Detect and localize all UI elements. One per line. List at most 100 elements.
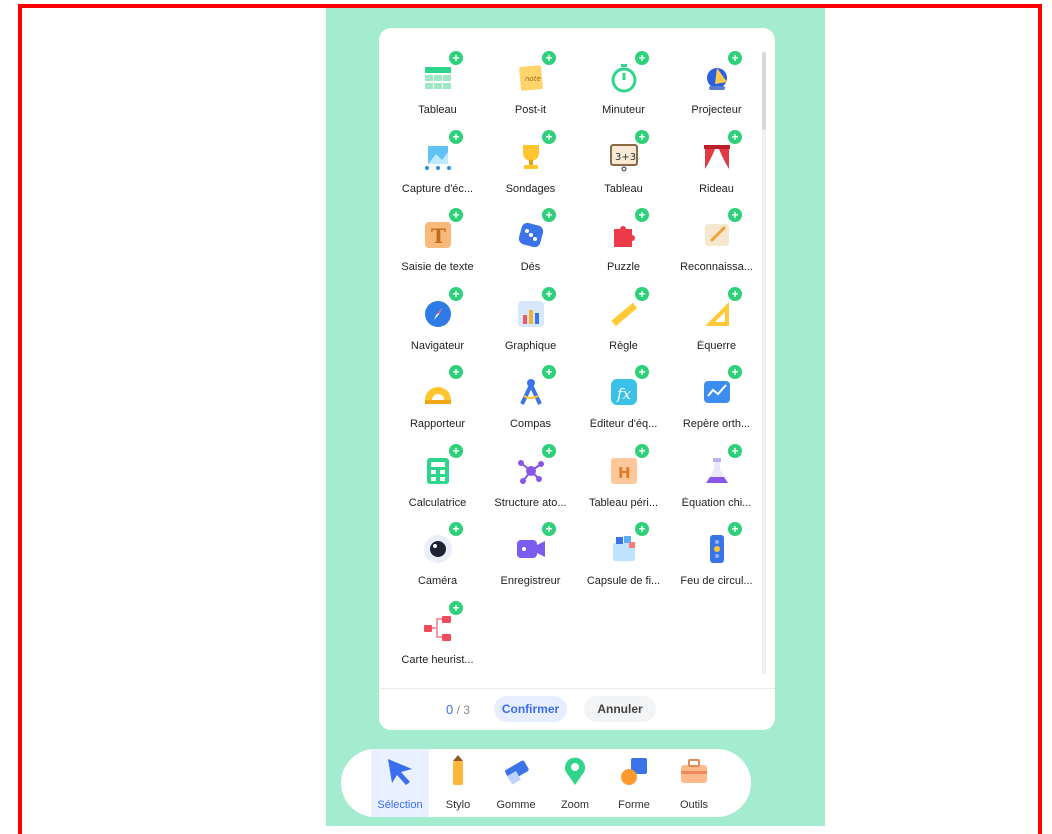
tool-label: Tableau péri... [588,496,659,509]
tool-label: Équerre [696,339,737,352]
add-icon[interactable]: + [728,286,742,301]
tool-tile[interactable]: + Capsule de fi... [577,515,670,593]
curtain-icon [701,141,733,173]
tool-tile[interactable]: + Dés [484,201,577,279]
add-icon[interactable]: + [728,443,742,458]
tool-label: Post-it [514,104,547,116]
formula-icon: fx [608,376,640,408]
sticky-note-icon: note [515,62,547,94]
add-icon[interactable]: + [635,286,649,301]
selection-count: 0 [446,702,454,717]
tool-tile[interactable]: + Capture d'éc... [391,123,484,201]
text-icon: T [422,219,454,251]
dock-item-shapes[interactable]: Forme [605,749,663,817]
scrollbar-thumb[interactable] [762,52,766,130]
tool-tile[interactable]: + Navigateur [391,280,484,358]
tool-label: Dés [520,261,541,273]
tool-tile[interactable]: + Tableau [391,44,484,122]
add-icon[interactable]: + [542,443,556,458]
add-icon[interactable]: + [542,208,556,222]
add-icon[interactable]: + [635,208,649,222]
tool-label: Puzzle [606,261,641,273]
add-icon[interactable]: + [542,129,556,144]
tool-tile[interactable]: + Rapporteur [391,358,484,436]
tool-tile[interactable]: + Calculatrice [391,437,484,515]
add-icon[interactable]: + [728,208,742,222]
add-icon[interactable]: + [728,522,742,536]
recorder-icon [515,533,547,565]
tool-label: Tableau [418,104,457,116]
mind-map-icon [422,612,454,644]
add-icon[interactable]: + [449,208,463,222]
svg-text:fx: fx [616,385,632,403]
tool-label: Compas [510,418,551,430]
tool-tile[interactable]: H + Tableau péri... [577,437,670,515]
traffic-light-icon [701,533,733,565]
add-icon[interactable]: + [449,129,463,144]
add-icon[interactable]: + [635,365,649,379]
tool-label: Repère orth... [682,418,751,430]
tool-tile[interactable]: + Carte heurist... [391,594,484,672]
table-icon [422,62,454,94]
dock-item-eraser[interactable]: Gomme [487,749,545,817]
tool-tile[interactable]: + Sondages [484,123,577,201]
tool-tile[interactable]: + Graphique [484,280,577,358]
tool-tile[interactable]: note + Post-it [484,44,577,122]
tool-label: Éditeur d'éq... [589,418,658,430]
tool-tile[interactable]: + Rideau [670,123,763,201]
dock-item-toolbox[interactable]: Outils [665,749,723,817]
tool-tile[interactable]: + Caméra [391,515,484,593]
tool-label: Capsule de fi... [586,575,661,587]
tool-tile[interactable]: + Puzzle [577,201,670,279]
tool-tile[interactable]: + Structure ato... [484,437,577,515]
scrollbar[interactable] [762,52,766,674]
shapes-icon [618,755,650,787]
dock-item-zoom-pin[interactable]: Zoom [546,749,604,817]
dice-icon [515,219,547,251]
file-capsule-icon [608,533,640,565]
tool-label: Feu de circul... [680,575,753,587]
tool-label: Règle [609,339,638,352]
add-icon[interactable]: + [728,129,742,144]
add-icon[interactable]: + [542,365,556,379]
tool-tile[interactable]: fx + Éditeur d'éq... [577,358,670,436]
add-icon[interactable]: + [542,51,556,65]
tool-label: Enregistreur [500,575,561,587]
add-icon[interactable]: + [449,365,463,379]
confirm-button[interactable]: Confirmer [494,696,567,722]
tool-tile[interactable]: + Repère orth... [670,358,763,436]
add-icon[interactable]: + [728,51,742,65]
dock-label: Forme [618,799,650,811]
add-icon[interactable]: + [449,522,463,536]
tool-tile[interactable]: + Reconnaissa... [670,201,763,279]
selection-counter: 0 / 3 [446,702,470,717]
add-icon[interactable]: + [635,522,649,536]
tool-tile[interactable]: 3+3 + Tableau [577,123,670,201]
add-icon[interactable]: + [542,286,556,301]
add-icon[interactable]: + [635,51,649,65]
tool-tile[interactable]: + Minuteur [577,44,670,122]
add-icon[interactable]: + [449,51,463,65]
svg-text:3+3: 3+3 [615,152,636,163]
tool-tile[interactable]: + Projecteur [670,44,763,122]
tool-tile[interactable]: + Équerre [670,280,763,358]
tool-tile[interactable]: T + Saisie de texte [391,201,484,279]
dock-item-pencil[interactable]: Stylo [429,749,487,817]
add-icon[interactable]: + [542,522,556,536]
add-icon[interactable]: + [728,365,742,379]
cancel-button[interactable]: Annuler [584,696,656,722]
add-icon[interactable]: + [635,443,649,458]
tool-tile[interactable]: + Équation chi... [670,437,763,515]
add-icon[interactable]: + [635,129,649,144]
svg-text:H: H [618,464,631,482]
add-icon[interactable]: + [449,443,463,458]
svg-text:note: note [525,75,541,83]
add-icon[interactable]: + [449,600,463,615]
tool-label: Sondages [505,182,556,195]
tool-tile[interactable]: + Règle [577,280,670,358]
tool-tile[interactable]: + Compas [484,358,577,436]
dock-item-cursor[interactable]: Sélection [371,749,429,817]
tool-tile[interactable]: + Feu de circul... [670,515,763,593]
add-icon[interactable]: + [449,286,463,301]
tool-tile[interactable]: + Enregistreur [484,515,577,593]
